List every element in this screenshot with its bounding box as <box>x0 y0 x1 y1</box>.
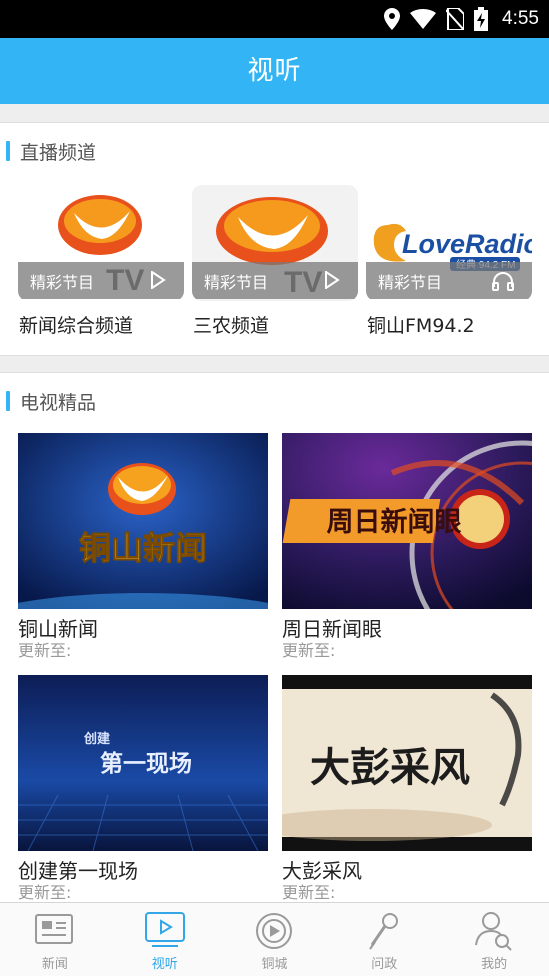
no-sim-icon <box>446 8 465 30</box>
clock: 4:55 <box>502 8 539 29</box>
channel-overlay: 精彩节目 <box>366 262 532 299</box>
channel-thumbnail: LoveRadio 经典 94.2 FM 精彩节目 <box>366 185 532 301</box>
page-title: 视听 <box>247 56 302 86</box>
city-compass-icon <box>256 913 293 949</box>
headphones-icon[interactable] <box>492 271 514 291</box>
tab-profile[interactable]: 我的 <box>439 903 549 976</box>
tab-city[interactable]: 铜城 <box>220 903 330 976</box>
overlay-label: 精彩节目 <box>30 272 95 292</box>
app-header: 视听 <box>0 38 549 104</box>
tab-label: 问政 <box>371 957 398 972</box>
svg-text:第一现场: 第一现场 <box>100 750 192 777</box>
channel-name: 三农频道 <box>193 315 270 337</box>
channel-card[interactable]: LoveRadio 经典 94.2 FM 精彩节目 铜山FM94.2 <box>366 185 532 337</box>
poster-image: 铜山新闻 <box>18 433 268 609</box>
tab-news[interactable]: 新闻 <box>0 903 110 976</box>
program-update: 更新至: <box>282 641 336 660</box>
poster-image: 周日新闻眼 <box>282 433 532 609</box>
overlay-label: 精彩节目 <box>204 272 269 292</box>
program-title: 周日新闻眼 <box>282 617 382 641</box>
tab-label: 我的 <box>481 957 508 972</box>
program-card[interactable]: 大彭采风 大彭采风 更新至: <box>282 675 532 903</box>
tab-label: 铜城 <box>261 957 288 972</box>
play-icon[interactable] <box>324 271 340 289</box>
section-title: 直播频道 <box>20 141 97 164</box>
status-bar: 4:55 <box>0 0 549 38</box>
program-card[interactable]: 创建 第一现场 创建第一现场 更新至: <box>18 675 268 903</box>
svg-text:LoveRadio: LoveRadio <box>402 229 532 259</box>
microphone-icon <box>369 913 399 950</box>
channel-card[interactable]: TV 精彩节目 三农频道 <box>192 185 358 337</box>
program-card[interactable]: 铜山新闻 铜山新闻 更新至: <box>18 433 268 661</box>
svg-text:铜山新闻: 铜山新闻 <box>79 529 207 567</box>
video-play-icon <box>144 912 185 947</box>
newspaper-icon <box>34 914 73 944</box>
tab-inquiry[interactable]: 问政 <box>329 903 439 976</box>
live-channels-section: 直播频道 TV 精彩节目 新闻综合频道 <box>0 122 549 356</box>
play-icon[interactable] <box>150 271 166 289</box>
tab-label: 视听 <box>151 957 178 972</box>
channel-thumbnail: TV 精彩节目 <box>18 185 184 301</box>
battery-charging-icon <box>474 7 489 31</box>
program-card[interactable]: 周日新闻眼 周日新闻眼 更新至: <box>282 433 532 661</box>
svg-text:大彭采风: 大彭采风 <box>310 744 470 791</box>
channel-card[interactable]: TV 精彩节目 新闻综合频道 <box>18 185 184 337</box>
bottom-tab-bar: 新闻 视听 铜城 问政 我的 <box>0 902 549 976</box>
program-poster: 大彭采风 <box>282 675 532 851</box>
poster-image: 创建 第一现场 <box>18 675 268 851</box>
program-update: 更新至: <box>18 641 72 660</box>
program-update: 更新至: <box>18 883 72 902</box>
tv-highlights-section: 电视精品 铜山新闻 铜山新闻 更新至: 周日新闻眼 周日新闻眼 更新至: 创建 … <box>0 372 549 912</box>
channel-thumbnail: TV 精彩节目 <box>192 185 358 301</box>
channel-overlay: 精彩节目 <box>18 262 184 299</box>
program-title: 铜山新闻 <box>18 617 98 641</box>
user-search-icon <box>475 912 512 951</box>
overlay-label: 精彩节目 <box>378 272 443 292</box>
program-title: 创建第一现场 <box>18 859 138 883</box>
channel-name: 铜山FM94.2 <box>367 315 475 337</box>
channel-name: 新闻综合频道 <box>19 315 134 337</box>
program-title: 大彭采风 <box>282 859 362 883</box>
program-poster: 铜山新闻 <box>18 433 268 609</box>
section-header: 直播频道 <box>0 123 549 179</box>
section-accent-bar <box>6 391 10 411</box>
channel-overlay: 精彩节目 <box>192 262 358 299</box>
section-accent-bar <box>6 141 10 161</box>
section-title: 电视精品 <box>20 391 97 414</box>
tab-label: 新闻 <box>41 957 68 972</box>
program-poster: 周日新闻眼 <box>282 433 532 609</box>
svg-text:创建: 创建 <box>83 731 110 747</box>
program-update: 更新至: <box>282 883 336 902</box>
poster-image: 大彭采风 <box>282 675 532 851</box>
svg-text:周日新闻眼: 周日新闻眼 <box>327 506 462 538</box>
tab-media[interactable]: 视听 <box>110 903 220 976</box>
section-header: 电视精品 <box>0 373 549 429</box>
program-poster: 创建 第一现场 <box>18 675 268 851</box>
wifi-icon <box>410 9 437 29</box>
location-icon <box>384 8 401 30</box>
